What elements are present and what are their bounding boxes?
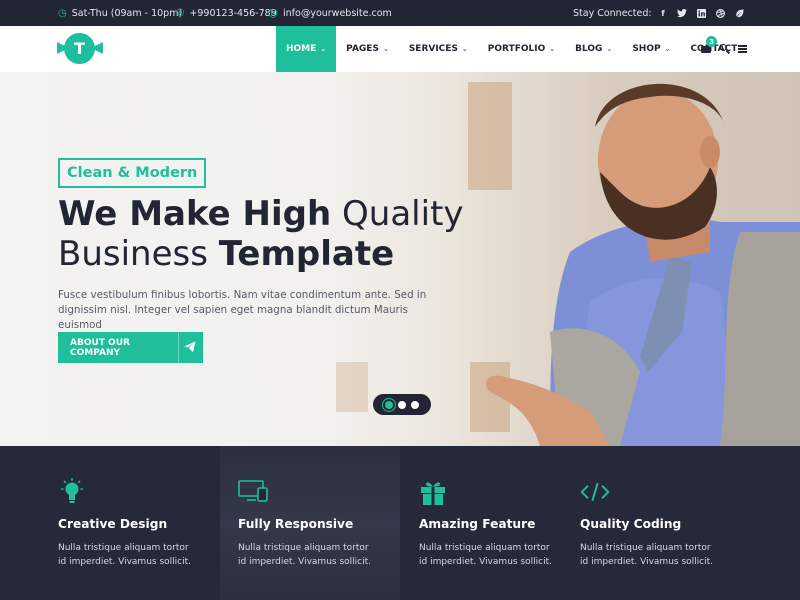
slider-dot[interactable] bbox=[398, 400, 406, 409]
nav-item-label: BLOG bbox=[575, 44, 603, 54]
background-window bbox=[336, 362, 368, 412]
hours-info: ◷ Sat-Thu (09am - 10pm) bbox=[58, 0, 182, 26]
headline-part: Template bbox=[218, 234, 395, 274]
about-company-button[interactable]: ABOUT OUR COMPANY bbox=[58, 332, 203, 363]
devices-icon bbox=[238, 480, 268, 502]
hero-description: Fusce vestibulum finibus lobortis. Nam v… bbox=[58, 289, 427, 331]
feature-description: Nulla tristique aliquam tortor id imperd… bbox=[238, 543, 371, 567]
cart-button[interactable]: 3 bbox=[700, 36, 717, 55]
headline-part: Business bbox=[58, 234, 208, 274]
menu-icon[interactable] bbox=[738, 45, 747, 53]
chevron-down-icon: ⌄ bbox=[461, 45, 468, 53]
nav-item-shop[interactable]: SHOP ⌄ bbox=[622, 26, 680, 72]
nav-item-label: PAGES bbox=[346, 44, 379, 54]
main-menu: HOME ⌄ PAGES ⌄ SERVICES ⌄ PORTFOLIO ⌄ BLOG ⌄ … bbox=[276, 26, 747, 72]
cart-count-badge: 3 bbox=[706, 36, 717, 47]
nav-item-label: PORTFOLIO bbox=[487, 44, 546, 54]
main-navbar: T HOME ⌄ PAGES ⌄ SERVICES ⌄ PORTFOLIO ⌄ BLOG… bbox=[0, 26, 800, 72]
hero-headline: We Make High Quality Business Template bbox=[58, 194, 478, 274]
slider-pagination bbox=[373, 394, 431, 415]
twitter-icon[interactable] bbox=[677, 8, 687, 18]
nav-item-blog[interactable]: BLOG ⌄ bbox=[565, 26, 622, 72]
chevron-down-icon: ⌄ bbox=[320, 45, 327, 53]
feature-description: Nulla tristique aliquam tortor id imperd… bbox=[580, 543, 713, 567]
button-label: ABOUT OUR COMPANY bbox=[70, 337, 130, 358]
logo-letter: T bbox=[64, 33, 95, 64]
button-divider bbox=[178, 332, 179, 363]
feature-title: Quality Coding bbox=[580, 517, 682, 531]
stay-connected-text: Stay Connected: bbox=[573, 7, 652, 19]
feature-fully-responsive: Fully Responsive Nulla tristique aliquam… bbox=[220, 446, 400, 600]
nav-item-label: HOME bbox=[286, 44, 317, 54]
nav-item-services[interactable]: SERVICES ⌄ bbox=[399, 26, 478, 72]
email-text: info@yourwebsite.com bbox=[283, 7, 392, 19]
at-icon: @ bbox=[268, 7, 278, 19]
gift-icon bbox=[421, 482, 445, 505]
clock-icon: ◷ bbox=[58, 7, 67, 19]
facebook-icon[interactable]: f bbox=[658, 8, 668, 18]
headline-part: Quality bbox=[342, 194, 464, 234]
nav-item-pages[interactable]: PAGES ⌄ bbox=[336, 26, 399, 72]
feature-creative-design: Creative Design Nulla tristique aliquam … bbox=[0, 446, 220, 600]
paper-plane-icon bbox=[184, 341, 196, 352]
nav-item-label: SERVICES bbox=[408, 44, 458, 54]
feature-quality-coding: Quality Coding Nulla tristique aliquam t… bbox=[580, 446, 780, 600]
cart-icon bbox=[701, 46, 711, 53]
stay-connected-label: Stay Connected: bbox=[573, 0, 652, 26]
lightbulb-icon bbox=[61, 478, 83, 503]
feature-amazing-feature: Amazing Feature Nulla tristique aliquam … bbox=[400, 446, 580, 600]
chevron-down-icon: ⌄ bbox=[664, 45, 671, 53]
chevron-down-icon: ⌄ bbox=[382, 45, 389, 53]
headline-part: We Make High bbox=[58, 194, 332, 234]
phone-text: +990123-456-789 bbox=[189, 7, 277, 19]
email-info[interactable]: @ info@yourwebsite.com bbox=[268, 0, 392, 26]
features-section: Creative Design Nulla tristique aliquam … bbox=[0, 446, 800, 600]
nav-item-label: SHOP bbox=[632, 44, 661, 54]
chevron-down-icon: ⌄ bbox=[606, 45, 613, 53]
leaf-icon[interactable] bbox=[734, 8, 744, 18]
slider-dot[interactable] bbox=[411, 400, 419, 409]
linkedin-icon[interactable] bbox=[696, 8, 706, 18]
hours-text: Sat-Thu (09am - 10pm) bbox=[71, 7, 183, 19]
hero-tagline: Clean & Modern bbox=[58, 158, 207, 188]
phone-icon: ✆ bbox=[176, 7, 185, 19]
site-logo[interactable]: T bbox=[57, 32, 103, 64]
search-icon[interactable] bbox=[720, 44, 731, 54]
feature-title: Creative Design bbox=[58, 517, 168, 531]
nav-item-home[interactable]: HOME ⌄ bbox=[276, 26, 337, 72]
hero-slider: Clean & Modern We Make High Quality Busi… bbox=[0, 72, 800, 446]
nav-item-portfolio[interactable]: PORTFOLIO ⌄ bbox=[478, 26, 565, 72]
nav-icons: 3 bbox=[700, 26, 747, 72]
chevron-down-icon: ⌄ bbox=[549, 45, 556, 53]
top-bar: ◷ Sat-Thu (09am - 10pm) ✆ +990123-456-78… bbox=[0, 0, 800, 26]
feature-description: Nulla tristique aliquam tortor id imperd… bbox=[419, 543, 552, 567]
dribbble-icon[interactable] bbox=[715, 8, 725, 18]
feature-title: Amazing Feature bbox=[419, 517, 536, 531]
phone-info[interactable]: ✆ +990123-456-789 bbox=[176, 0, 277, 26]
slider-dot[interactable] bbox=[385, 400, 393, 409]
feature-title: Fully Responsive bbox=[238, 517, 354, 531]
feature-description: Nulla tristique aliquam tortor id imperd… bbox=[58, 543, 191, 567]
code-icon bbox=[580, 482, 610, 502]
social-links: f bbox=[658, 0, 744, 26]
